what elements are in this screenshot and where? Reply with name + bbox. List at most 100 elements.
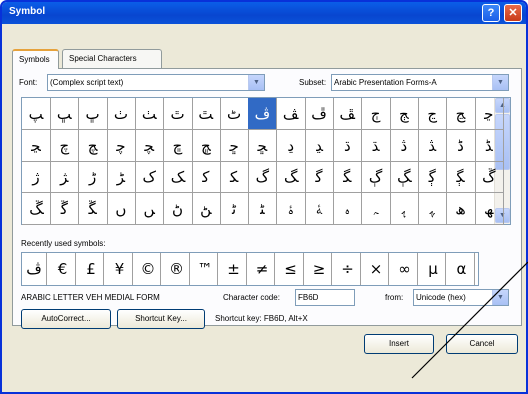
- from-select[interactable]: Unicode (hex) ▼: [413, 289, 509, 306]
- symbol-cell[interactable]: ﮒ: [248, 161, 278, 193]
- autocorrect-button[interactable]: AutoCorrect...: [21, 309, 111, 329]
- symbol-cell[interactable]: ﭞ: [106, 98, 136, 130]
- symbol-cell[interactable]: ﮀ: [220, 129, 250, 162]
- symbol-cell[interactable]: ﮥ: [305, 192, 334, 225]
- recent-symbol-cell[interactable]: ±: [222, 253, 247, 285]
- symbol-cell[interactable]: ﭺ: [50, 129, 80, 162]
- symbol-cell[interactable]: ﮕ: [333, 161, 363, 193]
- recent-symbol-cell[interactable]: ﭪ: [22, 253, 47, 285]
- symbol-cell[interactable]: ﮝ: [78, 192, 108, 225]
- chevron-down-icon[interactable]: ▼: [492, 290, 508, 305]
- symbol-cell[interactable]: ﮍ: [106, 161, 136, 193]
- font-select[interactable]: (Complex script text) ▼: [47, 74, 265, 91]
- symbol-cell[interactable]: ﭯ: [333, 98, 363, 130]
- symbol-cell[interactable]: ﭚ: [78, 98, 108, 130]
- symbol-cell[interactable]: ﮫ: [474, 192, 504, 225]
- symbol-cell[interactable]: ﮄ: [333, 129, 363, 162]
- symbol-cell[interactable]: ﭶ: [418, 98, 448, 130]
- symbol-cell[interactable]: ﮎ: [135, 161, 165, 193]
- symbol-cell[interactable]: ﭻ: [78, 129, 108, 162]
- symbol-cell[interactable]: ﮤ: [276, 192, 306, 225]
- symbol-cell[interactable]: ﮟ: [135, 192, 165, 225]
- chevron-down-icon[interactable]: ▼: [492, 75, 508, 90]
- symbol-cell[interactable]: ﮆ: [389, 129, 419, 162]
- recent-symbol-cell[interactable]: €: [51, 253, 76, 285]
- tab-symbols[interactable]: Symbols: [12, 49, 59, 69]
- symbol-cell[interactable]: ﮪ: [446, 192, 476, 225]
- recent-symbol-cell[interactable]: ∞: [393, 253, 418, 285]
- symbol-cell[interactable]: ﮠ: [163, 192, 193, 225]
- symbol-cell[interactable]: ﭪ: [248, 98, 278, 130]
- recent-symbol-cell[interactable]: ≥: [307, 253, 332, 285]
- symbol-cell[interactable]: ﮣ: [248, 192, 278, 225]
- symbol-cell[interactable]: ﭽ: [135, 129, 165, 162]
- symbol-cell[interactable]: ﭸ: [474, 98, 504, 130]
- recent-symbol-cell[interactable]: ©: [136, 253, 161, 285]
- symbol-cell[interactable]: ﮧ: [361, 192, 391, 225]
- symbol-cell[interactable]: ﭷ: [446, 98, 476, 130]
- symbol-cell[interactable]: ﮇ: [418, 129, 448, 162]
- subset-select[interactable]: Arabic Presentation Forms-A ▼: [331, 74, 509, 91]
- symbol-cell[interactable]: ﭲ: [361, 98, 391, 130]
- symbol-cell[interactable]: ﮗ: [389, 161, 419, 193]
- symbol-cell[interactable]: ﭗ: [22, 98, 51, 130]
- symbol-cell[interactable]: ﭳ: [389, 98, 419, 130]
- symbol-cell[interactable]: ﮩ: [418, 192, 448, 225]
- symbol-cell[interactable]: ﮛ: [22, 192, 51, 225]
- symbol-cell[interactable]: ﮚ: [474, 161, 504, 193]
- symbol-cell[interactable]: ﮁ: [248, 129, 278, 162]
- symbol-cell[interactable]: ﮔ: [305, 161, 334, 193]
- symbol-cell[interactable]: ﮃ: [305, 129, 334, 162]
- symbol-cell[interactable]: ﮖ: [361, 161, 391, 193]
- symbol-cell[interactable]: ﭾ: [163, 129, 193, 162]
- symbol-cell[interactable]: ﮂ: [276, 129, 306, 162]
- recent-symbol-cell[interactable]: ×: [364, 253, 389, 285]
- recent-symbol-cell[interactable]: µ: [421, 253, 446, 285]
- symbol-cell[interactable]: ﮑ: [220, 161, 250, 193]
- symbol-cell[interactable]: ﭮ: [305, 98, 334, 130]
- close-button[interactable]: ✕: [504, 4, 522, 22]
- symbol-cell[interactable]: ﮦ: [333, 192, 363, 225]
- recent-symbol-cell[interactable]: ÷: [336, 253, 361, 285]
- recent-symbol-cell[interactable]: ¥: [108, 253, 133, 285]
- symbol-cell[interactable]: ﮈ: [446, 129, 476, 162]
- symbol-cell[interactable]: ﭫ: [276, 98, 306, 130]
- symbol-cell[interactable]: ﭛ: [50, 98, 80, 130]
- symbol-cell[interactable]: ﭿ: [191, 129, 221, 162]
- symbol-cell[interactable]: ﭼ: [106, 129, 136, 162]
- recent-symbol-cell[interactable]: ™: [193, 253, 218, 285]
- symbols-panel: Font: (Complex script text) ▼ Subset: Ar…: [12, 68, 522, 329]
- symbol-cell[interactable]: ﮉ: [474, 129, 504, 162]
- shortcut-key-button[interactable]: Shortcut Key...: [117, 309, 205, 329]
- symbol-cell[interactable]: ﮜ: [50, 192, 80, 225]
- symbol-cell[interactable]: ﮏ: [163, 161, 193, 193]
- symbol-cell[interactable]: ﮘ: [418, 161, 448, 193]
- insert-button[interactable]: Insert: [364, 334, 434, 354]
- help-button[interactable]: ?: [482, 4, 500, 22]
- recent-symbol-cell[interactable]: £: [79, 253, 104, 285]
- symbol-cell[interactable]: ﮅ: [361, 129, 391, 162]
- symbol-cell[interactable]: ﭟ: [135, 98, 165, 130]
- cancel-button[interactable]: Cancel: [446, 334, 518, 354]
- symbol-cell[interactable]: ﮙ: [446, 161, 476, 193]
- symbol-cell[interactable]: ﮡ: [191, 192, 221, 225]
- recent-symbol-cell[interactable]: ≤: [279, 253, 304, 285]
- symbol-cell[interactable]: ﮢ: [220, 192, 250, 225]
- recent-symbol-cell[interactable]: ≠: [250, 253, 275, 285]
- character-code-input[interactable]: FB6D: [295, 289, 355, 306]
- recent-symbol-cell[interactable]: ®: [165, 253, 190, 285]
- tab-special-characters[interactable]: Special Characters: [62, 49, 162, 68]
- symbol-cell[interactable]: ﭦ: [220, 98, 250, 130]
- symbol-cell[interactable]: ﮋ: [50, 161, 80, 193]
- symbol-cell[interactable]: ﮓ: [276, 161, 306, 193]
- symbol-cell[interactable]: ﮐ: [191, 161, 221, 193]
- symbol-cell[interactable]: ﮌ: [78, 161, 108, 193]
- symbol-cell[interactable]: ﮞ: [106, 192, 136, 225]
- recent-symbol-cell[interactable]: α: [450, 253, 475, 285]
- symbol-cell[interactable]: ﭢ: [163, 98, 193, 130]
- symbol-cell[interactable]: ﭹ: [22, 129, 51, 162]
- chevron-down-icon[interactable]: ▼: [248, 75, 264, 90]
- symbol-cell[interactable]: ﮊ: [22, 161, 51, 193]
- symbol-cell[interactable]: ﭣ: [191, 98, 221, 130]
- symbol-cell[interactable]: ﮨ: [389, 192, 419, 225]
